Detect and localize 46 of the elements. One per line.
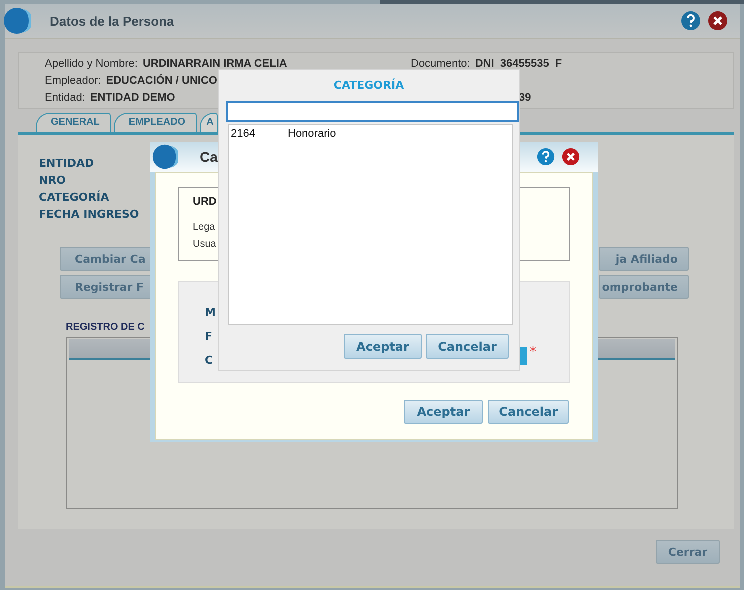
field-value: URDINARRAIN IRMA CELIA <box>142 58 288 70</box>
field-label: M <box>205 305 216 321</box>
person-name: URD <box>193 196 218 208</box>
field-label: CATEGORÍA <box>39 190 110 206</box>
help-icon[interactable] <box>681 11 701 31</box>
tab[interactable]: GENERAL <box>36 113 111 132</box>
field-label: Documento: <box>411 58 470 70</box>
cancel-button[interactable]: Cancelar <box>488 400 569 424</box>
field-label: NRO <box>39 173 66 189</box>
cancel-button[interactable]: Cancelar <box>426 334 509 359</box>
help-icon[interactable] <box>537 148 555 166</box>
close-icon[interactable] <box>562 148 580 166</box>
close-button[interactable]: Cerrar <box>656 540 720 564</box>
action-button[interactable]: Registrar F <box>60 275 152 299</box>
action-button[interactable]: omprobante <box>599 275 689 299</box>
accept-button[interactable]: Aceptar <box>344 334 422 359</box>
window-title: Datos de la Persona <box>50 14 174 28</box>
field-label: Apellido y Nombre: <box>45 58 138 70</box>
item-name: Honorario <box>288 128 336 140</box>
field-label: Lega <box>193 221 216 235</box>
picker-title: CATEGORÍA <box>332 79 406 94</box>
tab[interactable]: A <box>200 113 218 132</box>
field-label: FECHA INGRESO <box>39 207 140 223</box>
field-label: Entidad: <box>45 92 86 104</box>
field-label: C <box>205 353 214 369</box>
field-label: F <box>205 329 213 345</box>
field-value: EDUCACIÓN / UNICO <box>106 75 218 87</box>
field-label: Empleador: <box>45 75 102 87</box>
field-value: DNI 36455535 F <box>475 58 562 70</box>
field-value: 39 <box>519 92 532 104</box>
field-label: Usua <box>193 238 216 252</box>
search-field[interactable] <box>226 101 519 122</box>
logo-icon <box>3 7 31 35</box>
logo-icon <box>152 144 178 170</box>
field-label: ENTIDAD <box>39 156 94 172</box>
list-item[interactable]: 2164 Honorario <box>231 128 512 140</box>
close-icon[interactable] <box>708 11 728 31</box>
tab[interactable]: EMPLEADO <box>114 113 197 132</box>
dialog-title: Ca <box>200 149 218 165</box>
section-title: REGISTRO DE C <box>66 322 145 333</box>
required-mark: * <box>530 347 536 359</box>
accept-button[interactable]: Aceptar <box>404 400 484 424</box>
field-value: ENTIDAD DEMO <box>90 92 176 104</box>
action-button[interactable]: Cambiar Ca <box>60 247 152 271</box>
action-button[interactable]: ja Afiliado <box>599 247 689 271</box>
item-code: 2164 <box>231 128 256 140</box>
